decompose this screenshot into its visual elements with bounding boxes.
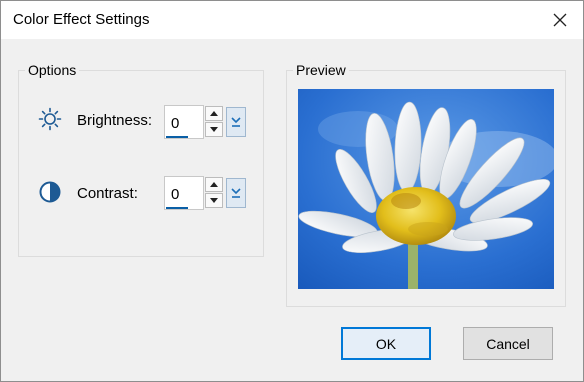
- contrast-icon: [39, 181, 61, 203]
- dialog-window: Color Effect Settings Options Brightness: [0, 0, 584, 382]
- preview-image: [298, 89, 554, 289]
- contrast-label: Contrast:: [77, 185, 138, 202]
- contrast-input[interactable]: [164, 176, 204, 210]
- input-focus-underline: [166, 136, 188, 138]
- contrast-increment-button[interactable]: [205, 177, 223, 192]
- options-group-title: Options: [25, 61, 80, 79]
- daisy-image: [298, 89, 554, 289]
- contrast-spin-buttons: [204, 176, 224, 210]
- title-bar: Color Effect Settings: [1, 1, 583, 39]
- brightness-spin-buttons: [204, 105, 224, 139]
- arrow-up-icon: [210, 182, 218, 187]
- brightness-label: Brightness:: [77, 112, 153, 129]
- arrow-up-icon: [210, 111, 218, 116]
- contrast-stepper: [164, 176, 248, 210]
- brightness-increment-button[interactable]: [205, 106, 223, 121]
- arrow-down-icon: [210, 198, 218, 203]
- contrast-decrement-button[interactable]: [205, 193, 223, 208]
- arrow-down-icon: [210, 127, 218, 132]
- chevron-down-icon: [231, 188, 241, 198]
- options-group: Options Brightness: 0 Contrast: 0: [18, 61, 264, 257]
- sun-icon: [38, 107, 62, 131]
- ok-button[interactable]: OK: [341, 327, 431, 360]
- input-focus-underline: [166, 207, 188, 209]
- chevron-down-icon: [231, 117, 241, 127]
- brightness-decrement-button[interactable]: [205, 122, 223, 137]
- cancel-button[interactable]: Cancel: [463, 327, 553, 360]
- preview-group: Preview: [286, 61, 566, 307]
- dialog-title: Color Effect Settings: [13, 11, 150, 28]
- preview-group-title: Preview: [293, 61, 349, 79]
- contrast-dropdown-button[interactable]: [226, 178, 246, 208]
- brightness-dropdown-button[interactable]: [226, 107, 246, 137]
- brightness-input[interactable]: [164, 105, 204, 139]
- brightness-stepper: [164, 105, 248, 139]
- close-icon: [553, 13, 567, 27]
- close-button[interactable]: [537, 1, 583, 39]
